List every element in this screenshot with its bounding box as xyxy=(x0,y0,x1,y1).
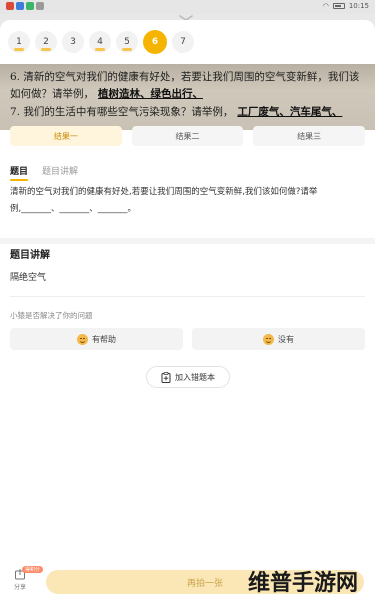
add-to-wrong-book-label: 加入错题本 xyxy=(175,372,215,382)
section-divider xyxy=(0,238,375,244)
not-helpful-label: 没有 xyxy=(278,334,294,344)
question-nav: 1 2 3 4 5 6 7 xyxy=(8,30,194,54)
result-sheet: 1 2 3 4 5 6 7 6. 清新的空气对我们的健康有好处，若要让我们周围的… xyxy=(0,20,375,600)
question-nav-item[interactable]: 3 xyxy=(62,31,84,53)
tab-result-2[interactable]: 结果二 xyxy=(131,126,244,146)
tab-result-1[interactable]: 结果一 xyxy=(10,126,122,146)
question-nav-item[interactable]: 1 xyxy=(8,31,30,53)
add-to-wrong-book-button[interactable]: 加入错题本 xyxy=(146,366,230,388)
question-nav-item[interactable]: 7 xyxy=(172,31,194,53)
not-helpful-button[interactable]: 没有 xyxy=(192,328,365,350)
status-time: 10:15 xyxy=(348,2,369,10)
question-nav-item[interactable]: 5 xyxy=(116,31,138,53)
notebook-icon xyxy=(161,371,171,383)
explanation-answer: 隔绝空气 xyxy=(10,273,47,283)
photo-text-line: 如何做？请举例， 植树造林、绿色出行、 xyxy=(10,86,203,101)
helpful-label: 有帮助 xyxy=(92,334,116,344)
tab-explanation[interactable]: 题目讲解 xyxy=(42,164,78,177)
result-tabs: 结果一 结果二 结果三 xyxy=(10,126,366,146)
smile-icon xyxy=(77,333,88,345)
sub-tabs: 题目 题目讲解 xyxy=(10,164,78,181)
photo-handwriting: 植树造林、绿色出行、 xyxy=(98,88,203,100)
explanation-title: 题目讲解 xyxy=(10,250,50,261)
app-icon xyxy=(6,2,14,10)
question-nav-item[interactable]: 2 xyxy=(35,31,57,53)
battery-icon xyxy=(332,3,345,9)
sad-icon xyxy=(263,333,274,345)
share-label: 分享 xyxy=(13,584,26,591)
tab-question[interactable]: 题目 xyxy=(10,164,29,181)
wifi-icon: ◠ xyxy=(322,2,329,10)
divider-line xyxy=(10,296,365,297)
status-bar: ◠ 10:15 xyxy=(0,0,375,14)
photo-print-text: 7. 我们的生活中有哪些空气污染现象？请举例， xyxy=(10,106,234,118)
app-icon xyxy=(36,2,44,10)
question-text: 清新的空气对我们的健康有好处,若要让我们周围的空气变新鲜,我们该如何做?请举例,… xyxy=(10,187,318,214)
feedback-question: 小猿是否解决了你的问题 xyxy=(10,311,93,320)
app-icon xyxy=(26,2,34,10)
question-photo: 6. 清新的空气对我们的健康有好处，若要让我们周围的空气变新鲜，我们该 如何做？… xyxy=(0,64,375,130)
helpful-button[interactable]: 有帮助 xyxy=(10,328,183,350)
tab-result-3[interactable]: 结果三 xyxy=(253,126,366,146)
status-app-icons xyxy=(6,2,44,10)
photo-text-line: 7. 我们的生活中有哪些空气污染现象？请举例， 工厂废气、汽车尾气、 xyxy=(10,104,342,119)
question-nav-item-active[interactable]: 6 xyxy=(143,30,167,54)
status-right: ◠ 10:15 xyxy=(323,2,369,10)
photo-print-text: 如何做？请举例， xyxy=(10,88,94,100)
share-badge: 得积分 xyxy=(22,566,44,573)
photo-text-line: 6. 清新的空气对我们的健康有好处，若要让我们周围的空气变新鲜，我们该 xyxy=(10,71,360,83)
watermark-text: 维普手游网 xyxy=(248,571,359,596)
photo-handwriting: 工厂废气、汽车尾气、 xyxy=(237,106,343,118)
app-icon xyxy=(16,2,24,10)
question-nav-item[interactable]: 4 xyxy=(89,31,111,53)
share-button[interactable]: 分享 得积分 xyxy=(8,566,44,596)
